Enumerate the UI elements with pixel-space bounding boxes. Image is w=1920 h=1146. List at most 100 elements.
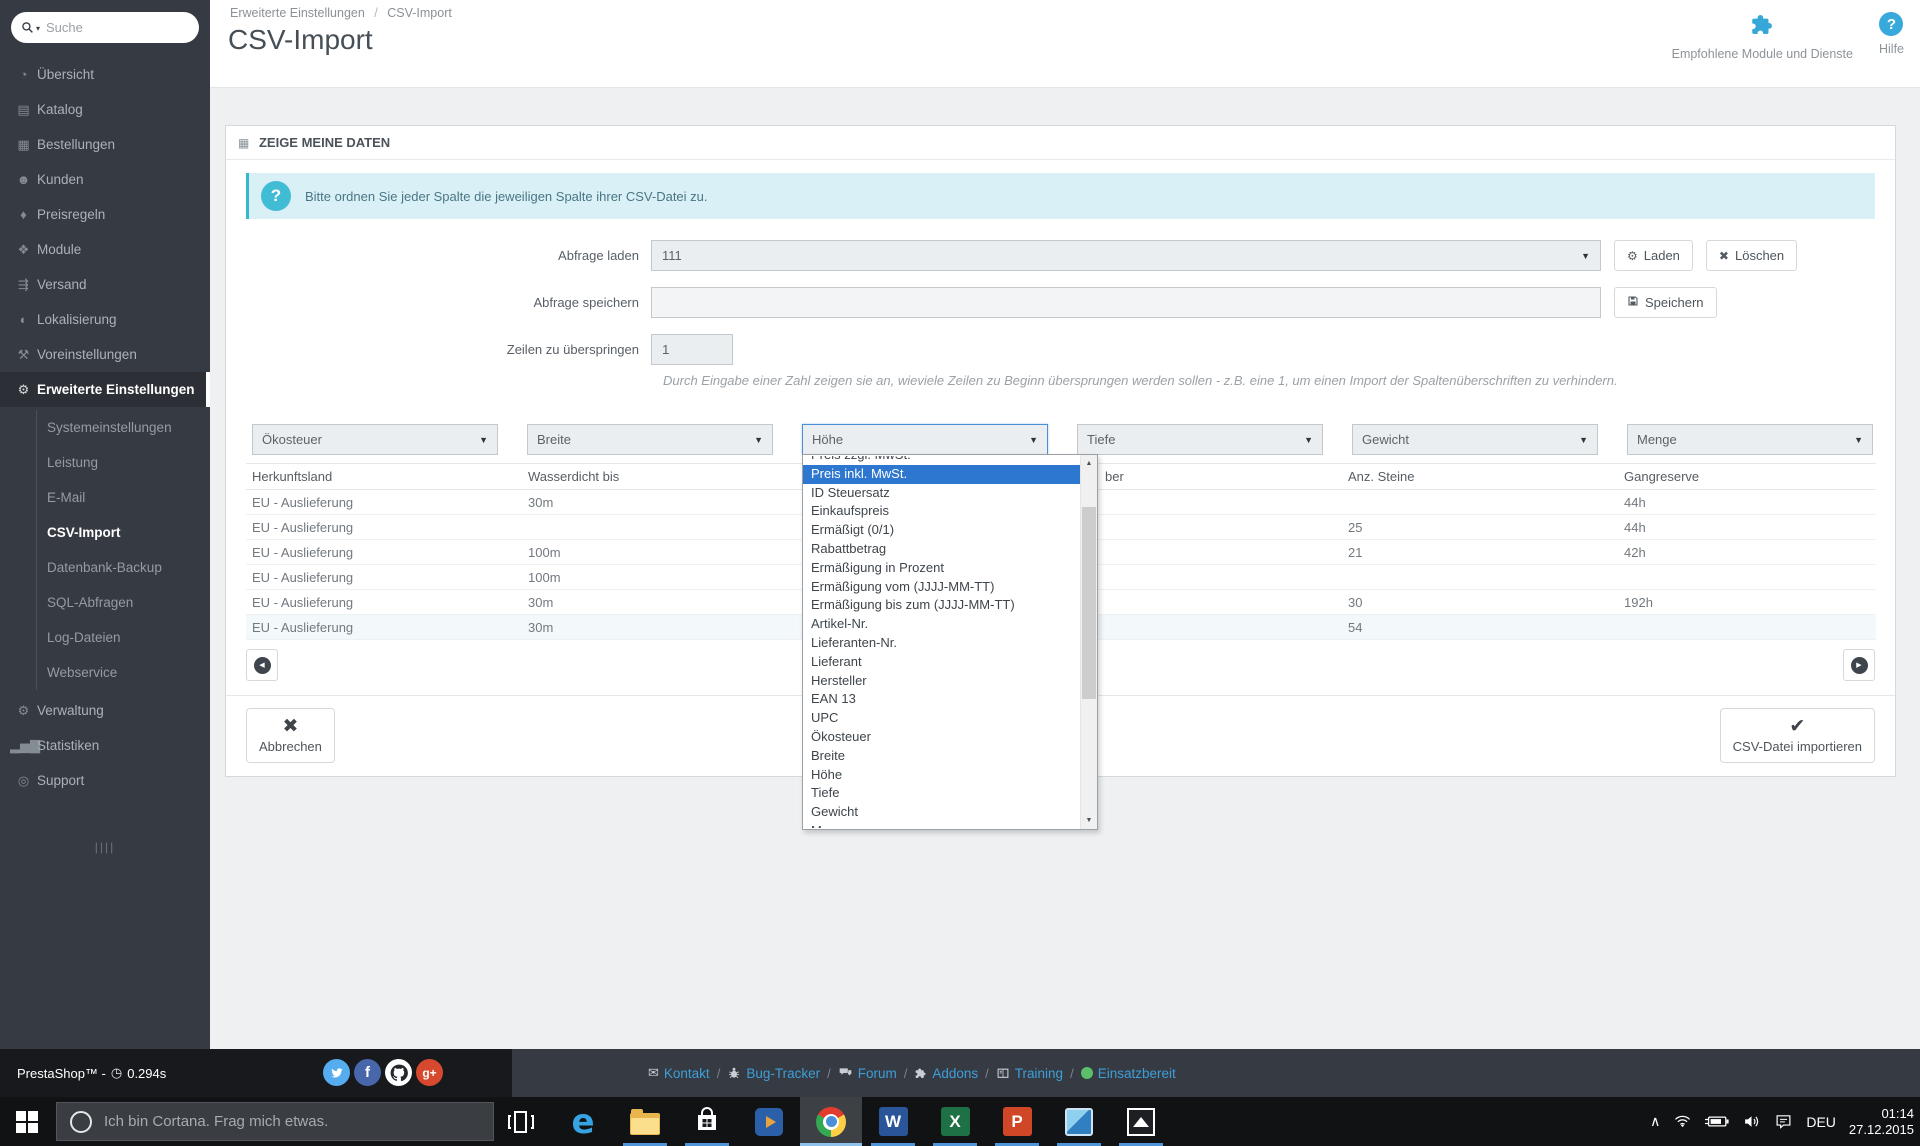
sidebar-item[interactable]: ⚙ Verwaltung	[0, 693, 210, 728]
sidebar-item[interactable]: ⚒ Voreinstellungen	[0, 337, 210, 372]
next-page-button[interactable]: ▶	[1843, 649, 1875, 681]
facebook-icon[interactable]: f	[354, 1059, 381, 1086]
skip-rows-input[interactable]	[651, 334, 733, 365]
dropdown-option[interactable]: Höhe	[803, 766, 1080, 785]
contact-link[interactable]: ✉ Kontakt	[648, 1065, 710, 1081]
sidebar-subitem[interactable]: E-Mail	[37, 480, 210, 515]
language-indicator[interactable]: DEU	[1806, 1114, 1836, 1130]
dropdown-option[interactable]: EAN 13	[803, 690, 1080, 709]
taskbar-app-chrome[interactable]	[800, 1097, 862, 1146]
recommended-modules-button[interactable]: Empfohlene Module und Dienste	[1672, 12, 1853, 61]
taskbar-app-image-viewer[interactable]	[1048, 1097, 1110, 1146]
cortana-search[interactable]	[56, 1102, 494, 1141]
taskbar-app-excel[interactable]: X	[924, 1097, 986, 1146]
taskbar-app-word[interactable]: W	[862, 1097, 924, 1146]
dropdown-option[interactable]: Einkaufspreis	[803, 502, 1080, 521]
dropdown-option[interactable]: Lieferant	[803, 653, 1080, 672]
taskbar-app-edge[interactable]: e	[552, 1097, 614, 1146]
column-mapping-select[interactable]: Breite ▼	[527, 424, 773, 455]
dropdown-option[interactable]: Artikel-Nr.	[803, 615, 1080, 634]
sidebar-item[interactable]: ☻ Kunden	[0, 162, 210, 197]
sidebar-item[interactable]: ◎ Support	[0, 763, 210, 798]
sidebar-collapse-icon[interactable]: ||||	[0, 840, 210, 854]
sidebar-subitem[interactable]: Datenbank-Backup	[37, 550, 210, 585]
sidebar-item[interactable]: ◐ Lokalisierung	[0, 302, 210, 337]
dropdown-scrollbar[interactable]: ▲ ▼	[1080, 455, 1097, 829]
sidebar-item[interactable]: ◔ Übersicht	[0, 57, 210, 92]
column-mapping-select[interactable]: Ökosteuer ▼	[252, 424, 498, 455]
taskbar-app-file-explorer[interactable]	[614, 1097, 676, 1146]
help-button[interactable]: ? Hilfe	[1879, 12, 1904, 61]
dropdown-option[interactable]: ID Steuersatz	[803, 484, 1080, 503]
dropdown-option[interactable]: Ermäßigung bis zum (JJJJ-MM-TT)	[803, 596, 1080, 615]
sidebar-subitem[interactable]: CSV-Import	[37, 515, 210, 550]
taskbar-app-task-view[interactable]	[490, 1097, 552, 1146]
scroll-up-icon[interactable]: ▲	[1081, 455, 1097, 472]
dropdown-option[interactable]: Hersteller	[803, 672, 1080, 691]
dropdown-option[interactable]: Breite	[803, 747, 1080, 766]
chevron-right-icon: ▶	[1850, 656, 1868, 674]
breadcrumb-parent[interactable]: Erweiterte Einstellungen	[230, 6, 365, 20]
tray-expand-icon[interactable]: ∧	[1650, 1113, 1660, 1130]
scroll-down-icon[interactable]: ▼	[1081, 812, 1097, 829]
sidebar-subitem[interactable]: Webservice	[37, 655, 210, 690]
dropdown-option[interactable]: Ermäßigung in Prozent	[803, 559, 1080, 578]
sidebar-subitem[interactable]: Leistung	[37, 445, 210, 480]
column-mapping-select[interactable]: Gewicht ▼	[1352, 424, 1598, 455]
dropdown-option[interactable]: UPC	[803, 709, 1080, 728]
bug-tracker-link[interactable]: Bug-Tracker	[727, 1066, 820, 1081]
sidebar-item[interactable]: ▦ Bestellungen	[0, 127, 210, 162]
sidebar-item[interactable]: ▤ Katalog	[0, 92, 210, 127]
dropdown-option[interactable]: Menge	[803, 822, 1080, 828]
dropdown-option[interactable]: Preis inkl. MwSt.	[803, 464, 1080, 484]
column-mapping-select[interactable]: Tiefe ▼	[1077, 424, 1323, 455]
dropdown-option[interactable]: Ermäßigt (0/1)	[803, 521, 1080, 540]
twitter-icon[interactable]	[323, 1059, 350, 1086]
cortana-input[interactable]	[104, 1113, 464, 1130]
github-icon[interactable]	[385, 1059, 412, 1086]
action-center-icon[interactable]	[1774, 1113, 1793, 1130]
column-mapping-select[interactable]: Höhe ▼	[802, 424, 1048, 455]
taskbar-app-powerpoint[interactable]: P	[986, 1097, 1048, 1146]
volume-icon[interactable]	[1742, 1113, 1761, 1130]
sidebar-subitem[interactable]: SQL-Abfragen	[37, 585, 210, 620]
forum-link[interactable]: Forum	[838, 1066, 897, 1081]
taskbar-app-store[interactable]	[676, 1097, 738, 1146]
googleplus-icon[interactable]: g+	[416, 1059, 443, 1086]
dropdown-option[interactable]: Gewicht	[803, 803, 1080, 822]
start-button[interactable]	[0, 1097, 54, 1146]
load-query-select[interactable]: 111 ▼	[651, 240, 1601, 271]
sidebar-item[interactable]: ⇶ Versand	[0, 267, 210, 302]
sidebar-item[interactable]: ⚙ Erweiterte Einstellungen	[0, 372, 210, 407]
addons-link[interactable]: Addons	[914, 1066, 978, 1081]
save-query-input[interactable]	[651, 287, 1601, 318]
clock[interactable]: 01:14 27.12.2015	[1849, 1106, 1914, 1138]
search-scope-caret-icon[interactable]: ▾	[36, 24, 40, 33]
prev-page-button[interactable]: ◀	[246, 649, 278, 681]
dropdown-option[interactable]: Rabattbetrag	[803, 540, 1080, 559]
sidebar-item[interactable]: ♦ Preisregeln	[0, 197, 210, 232]
sidebar-item[interactable]: ▂▅▇ Statistiken	[0, 728, 210, 763]
sidebar-subitem[interactable]: Systemeinstellungen	[37, 410, 210, 445]
dropdown-option[interactable]: Tiefe	[803, 784, 1080, 803]
import-csv-button[interactable]: ✔ CSV-Datei importieren	[1719, 708, 1875, 763]
training-link[interactable]: Training	[996, 1066, 1063, 1081]
column-mapping-select[interactable]: Menge ▼	[1627, 424, 1873, 455]
load-button[interactable]: ⚙ Laden	[1614, 240, 1693, 271]
scrollbar-thumb[interactable]	[1082, 507, 1096, 699]
dropdown-option[interactable]: Ökosteuer	[803, 728, 1080, 747]
sidebar-item[interactable]: ❖ Module	[0, 232, 210, 267]
wifi-icon[interactable]	[1673, 1113, 1692, 1130]
dropdown-option[interactable]: Lieferanten-Nr.	[803, 634, 1080, 653]
search-input[interactable]	[46, 20, 165, 35]
save-button[interactable]: Speichern	[1614, 287, 1717, 318]
delete-query-button[interactable]: ✖ Löschen	[1705, 240, 1798, 271]
battery-icon[interactable]	[1705, 1114, 1729, 1129]
cancel-button[interactable]: ✖ Abbrechen	[246, 708, 335, 763]
dropdown-option[interactable]: Ermäßigung vom (JJJJ-MM-TT)	[803, 578, 1080, 597]
taskbar-app-media-player[interactable]	[738, 1097, 800, 1146]
dropdown-option[interactable]: Preis zzgl. MwSt.	[803, 456, 1080, 465]
sidebar-subitem[interactable]: Log-Dateien	[37, 620, 210, 655]
taskbar-app-photos[interactable]	[1110, 1097, 1172, 1146]
sidebar-search[interactable]: ▾	[11, 12, 199, 43]
